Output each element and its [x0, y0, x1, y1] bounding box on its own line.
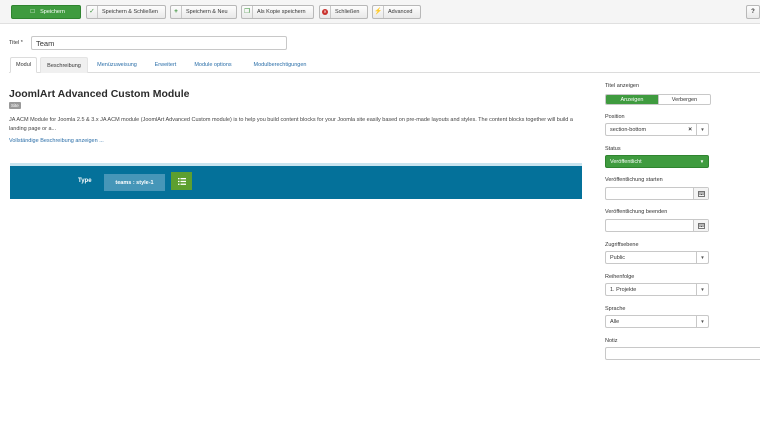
tab-module-options[interactable]: Module options [187, 57, 239, 73]
tab-erweitert[interactable]: Erweitert [148, 57, 183, 73]
acm-layout-panel: Type teams : style-1 [10, 163, 582, 199]
note-label: Notiz [605, 338, 618, 344]
ordering-label: Reihenfolge [605, 274, 635, 280]
type-select[interactable]: teams : style-1 [104, 174, 165, 191]
save-copy-button[interactable]: ❐ Als Kopie speichern [241, 5, 314, 19]
title-input[interactable] [31, 36, 287, 50]
note-input[interactable] [605, 347, 760, 360]
access-label: Zugriffsebene [605, 242, 639, 248]
advanced-label: Advanced [388, 9, 413, 15]
publish-end-label: Veröffentlichung beenden [605, 209, 668, 215]
title-label: Titel * [9, 40, 23, 46]
calendar-icon[interactable] [693, 220, 708, 231]
clear-icon[interactable]: × [688, 124, 692, 135]
full-description-link[interactable]: Vollständige Beschreibung anzeigen ... [9, 138, 104, 144]
help-icon: ? [751, 9, 755, 15]
chevron-down-icon: ▼ [699, 159, 705, 164]
status-select[interactable]: Veröffentlicht ▼ [605, 155, 709, 168]
help-button[interactable]: ? [746, 5, 760, 19]
language-select[interactable]: Alle ▼ [605, 315, 709, 328]
site-badge: Site [9, 102, 21, 109]
save-button[interactable]: □ Speichern [11, 5, 81, 19]
ordering-select[interactable]: 1. Projekte ▼ [605, 283, 709, 296]
type-label: Type [78, 178, 92, 184]
tab-beschreibung[interactable]: Beschreibung [40, 57, 88, 73]
chevron-down-icon: ▼ [696, 124, 708, 135]
position-label: Position [605, 114, 625, 120]
chevron-down-icon: ▼ [696, 316, 708, 327]
list-icon [177, 177, 186, 185]
language-label: Sprache [605, 306, 626, 312]
copy-icon: ❐ [242, 6, 253, 18]
save-new-label: Speichern & Neu [186, 9, 228, 15]
check-icon: ✓ [87, 6, 98, 18]
module-title: JoomlArt Advanced Custom Module [9, 88, 190, 100]
save-icon: □ [30, 7, 35, 15]
close-button[interactable]: ✕ Schließen [319, 5, 368, 19]
save-copy-label: Als Kopie speichern [257, 9, 306, 15]
publish-end-input[interactable] [605, 219, 709, 232]
access-select[interactable]: Public ▼ [605, 251, 709, 264]
toolbar: □ Speichern ✓ Speichern & Schließen + Sp… [0, 0, 760, 24]
tab-menuezuweisung[interactable]: Menüzuweisung [91, 57, 143, 73]
save-close-label: Speichern & Schließen [102, 9, 158, 15]
position-select[interactable]: section-bottom × ▼ [605, 123, 709, 136]
status-value: Veröffentlicht [610, 158, 642, 165]
tab-modulberechtigungen[interactable]: Modulberechtigungen [244, 57, 316, 73]
close-icon-wrap: ✕ [320, 6, 331, 18]
publish-start-label: Veröffentlichung starten [605, 177, 663, 183]
ordering-value: 1. Projekte [610, 286, 637, 293]
access-value: Public [610, 254, 625, 261]
module-description: JA ACM Module for Joomla 2.5 & 3.x JA AC… [9, 117, 573, 132]
calendar-icon[interactable] [693, 188, 708, 199]
publish-start-input[interactable] [605, 187, 709, 200]
show-title-toggle: Anzeigen Verbergen [605, 94, 711, 105]
save-new-button[interactable]: + Speichern & Neu [170, 5, 237, 19]
chevron-down-icon: ▼ [696, 252, 708, 263]
save-close-button[interactable]: ✓ Speichern & Schließen [86, 5, 166, 19]
advanced-button[interactable]: ⚡ Advanced [372, 5, 421, 19]
status-label: Status [605, 146, 621, 152]
bolt-icon: ⚡ [373, 6, 384, 18]
tab-bar: Modul Beschreibung Menüzuweisung Erweite… [9, 56, 760, 73]
plus-icon: + [171, 6, 182, 18]
language-value: Alle [610, 318, 620, 325]
save-button-label: Speichern [40, 9, 65, 15]
show-title-option[interactable]: Anzeigen [606, 95, 658, 104]
close-icon: ✕ [322, 9, 328, 15]
hide-title-option[interactable]: Verbergen [657, 95, 710, 104]
layout-list-button[interactable] [171, 172, 192, 190]
show-title-label: Titel anzeigen [605, 83, 640, 89]
tab-modul[interactable]: Modul [10, 57, 37, 73]
chevron-down-icon: ▼ [696, 284, 708, 295]
type-select-value: teams : style-1 [115, 179, 154, 186]
close-label: Schließen [335, 9, 360, 15]
position-value: section-bottom [610, 126, 647, 133]
